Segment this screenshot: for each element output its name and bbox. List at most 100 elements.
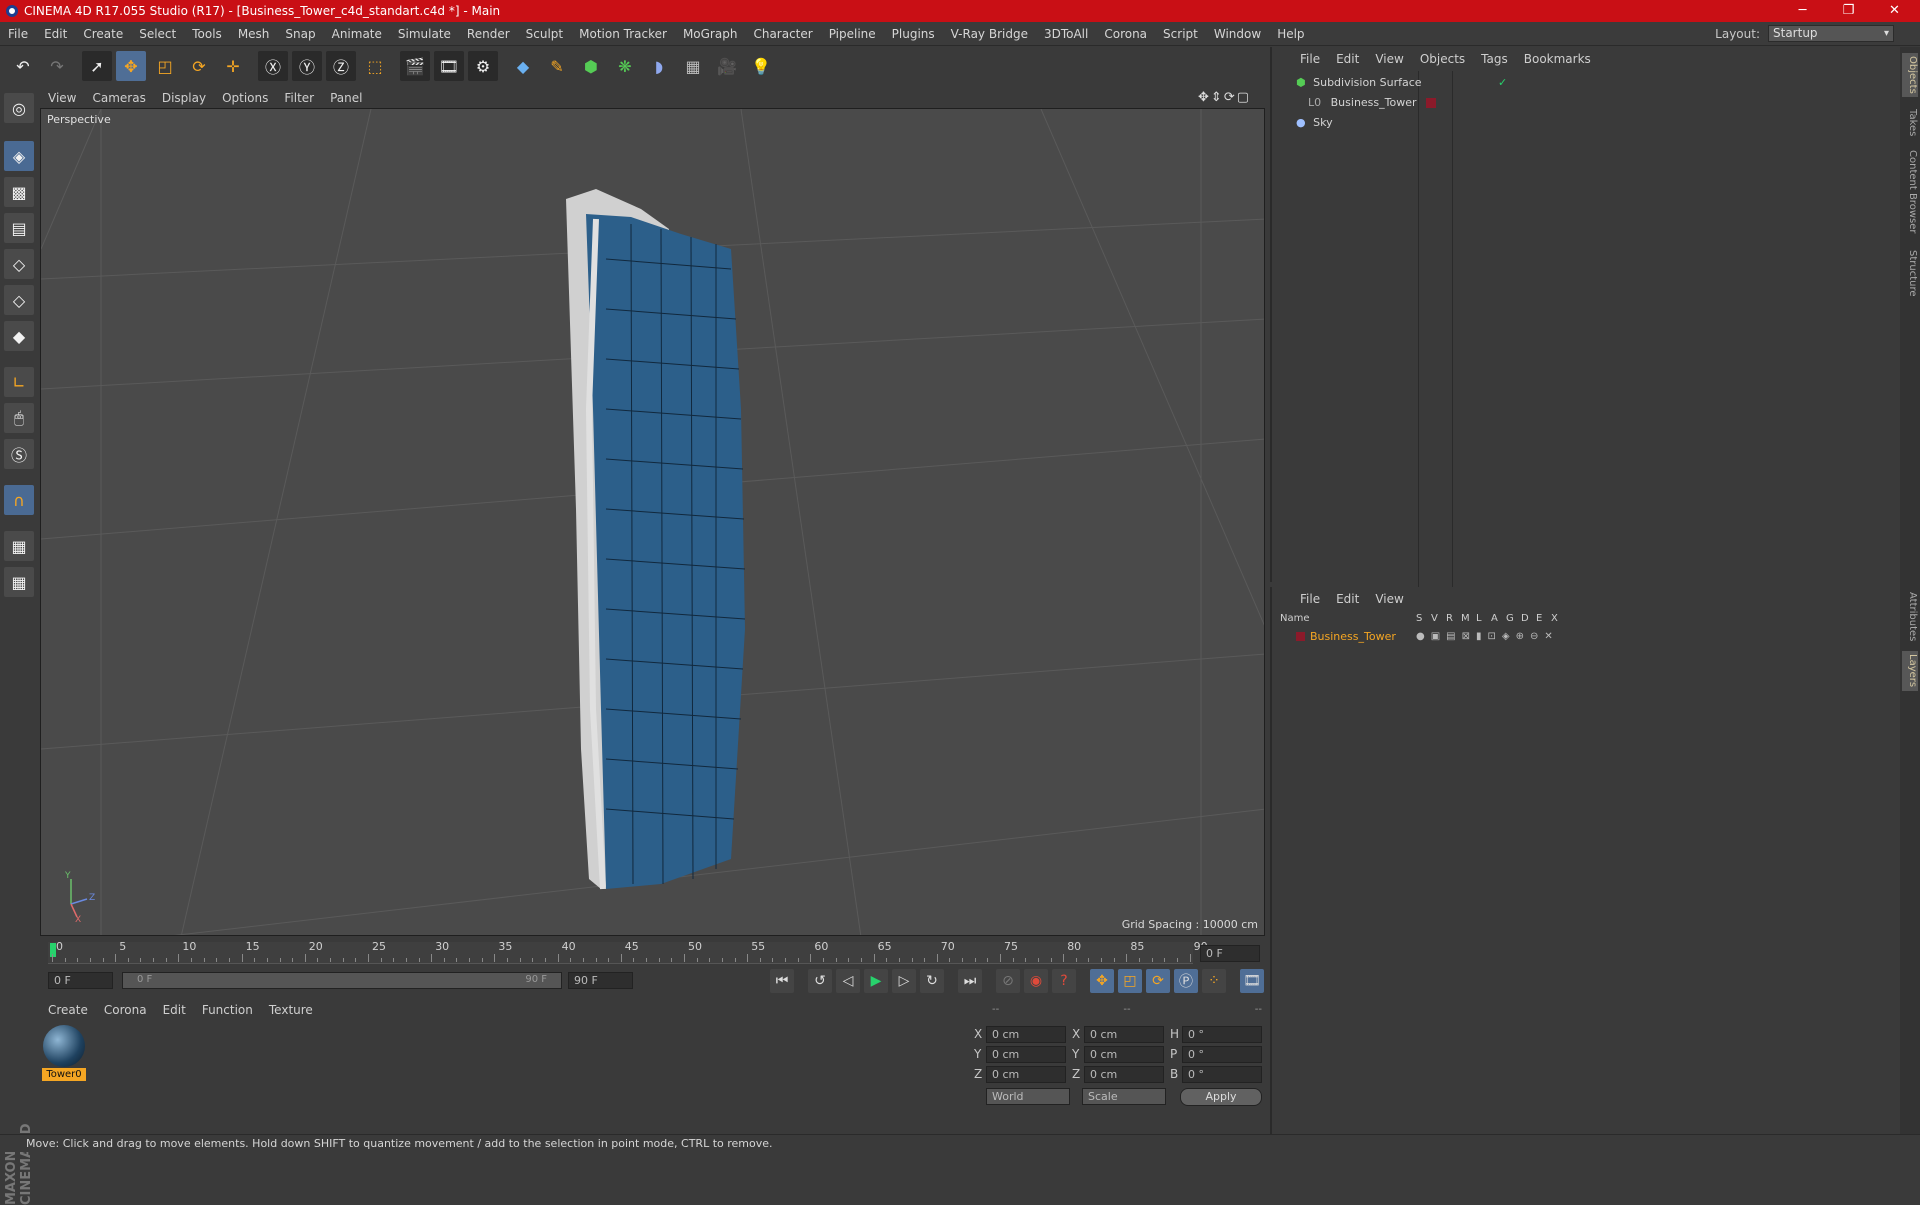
key-position-icon[interactable]: ✥: [1090, 969, 1114, 993]
snap-icon[interactable]: Ⓢ: [4, 439, 34, 469]
range-slider[interactable]: 0 F 90 F: [122, 972, 562, 989]
layer-color-icon[interactable]: [1296, 632, 1305, 641]
redo-icon[interactable]: ↷: [42, 51, 72, 81]
coord-size-x[interactable]: 0 cm: [1084, 1026, 1164, 1043]
coord-mode-dropdown[interactable]: Scale: [1082, 1088, 1166, 1105]
object-row-sky[interactable]: ● Sky: [1276, 113, 1896, 132]
menu-plugins[interactable]: Plugins: [884, 27, 943, 41]
edges-mode-icon[interactable]: ◇: [4, 285, 34, 315]
layer-menu-view[interactable]: View: [1367, 592, 1411, 606]
menu-select[interactable]: Select: [131, 27, 184, 41]
pen-spline-icon[interactable]: ✎: [542, 51, 572, 81]
light-icon[interactable]: 💡: [746, 51, 776, 81]
floor-object-icon[interactable]: ▦: [678, 51, 708, 81]
render-view-icon[interactable]: 🎬: [400, 51, 430, 81]
obj-menu-file[interactable]: File: [1292, 52, 1328, 66]
coord-size-y[interactable]: 0 cm: [1084, 1046, 1164, 1063]
coord-size-z[interactable]: 0 cm: [1084, 1066, 1164, 1083]
coord-pos-y[interactable]: 0 cm: [986, 1046, 1066, 1063]
vp-menu-filter[interactable]: Filter: [276, 91, 322, 105]
mat-menu-create[interactable]: Create: [40, 1003, 96, 1017]
viewport-perspective[interactable]: Perspective Y Z X Grid Spacing : 10000 c…: [40, 108, 1265, 936]
current-frame-field[interactable]: 0 F: [1200, 945, 1260, 962]
coord-space-dropdown[interactable]: World: [986, 1088, 1070, 1105]
coordinate-system-icon[interactable]: ⬚: [360, 51, 390, 81]
obj-menu-tags[interactable]: Tags: [1473, 52, 1516, 66]
vp-menu-options[interactable]: Options: [214, 91, 276, 105]
close-button[interactable]: ✕: [1872, 0, 1917, 22]
vp-menu-view[interactable]: View: [40, 91, 84, 105]
obj-menu-edit[interactable]: Edit: [1328, 52, 1367, 66]
material-swatch[interactable]: Tower0: [42, 1024, 86, 1081]
goto-end-icon[interactable]: ⏭: [958, 969, 982, 993]
scale-tool-icon[interactable]: ◰: [150, 51, 180, 81]
magnet-icon[interactable]: ∩: [4, 485, 34, 515]
obj-menu-objects[interactable]: Objects: [1412, 52, 1473, 66]
minimize-button[interactable]: ─: [1780, 0, 1825, 22]
make-editable-icon[interactable]: ◎: [4, 93, 34, 123]
menu-character[interactable]: Character: [745, 27, 820, 41]
step-forward-icon[interactable]: ▷: [892, 969, 916, 993]
menu-snap[interactable]: Snap: [277, 27, 323, 41]
live-selection-icon[interactable]: ➚: [82, 51, 112, 81]
cube-object-icon[interactable]: ◆: [508, 51, 538, 81]
menu-file[interactable]: File: [0, 27, 36, 41]
mat-menu-corona[interactable]: Corona: [96, 1003, 155, 1017]
mat-menu-edit[interactable]: Edit: [155, 1003, 194, 1017]
maximize-button[interactable]: ❐: [1826, 0, 1871, 22]
key-pla-icon[interactable]: ⁘: [1202, 969, 1226, 993]
camera-icon[interactable]: 🎥: [712, 51, 742, 81]
layer-flag-icons[interactable]: ●▣▤⊠▮⊡◈⊕⊖✕: [1416, 627, 1559, 646]
layout-dropdown[interactable]: Startup: [1768, 25, 1894, 42]
object-row-subdivision[interactable]: ⬢ Subdivision Surface ✓: [1276, 73, 1896, 92]
tweak-mode-icon[interactable]: 🖱: [4, 403, 34, 433]
render-settings-icon[interactable]: ⚙: [468, 51, 498, 81]
menu-window[interactable]: Window: [1206, 27, 1269, 41]
menu-pipeline[interactable]: Pipeline: [821, 27, 884, 41]
recent-tool-icon[interactable]: ✛: [218, 51, 248, 81]
menu-tools[interactable]: Tools: [184, 27, 230, 41]
menu-mesh[interactable]: Mesh: [230, 27, 278, 41]
model-mode-icon[interactable]: ◈: [4, 141, 34, 171]
menu-create[interactable]: Create: [75, 27, 131, 41]
object-row-business-tower[interactable]: L0 Business_Tower: [1276, 93, 1896, 112]
rotate-tool-icon[interactable]: ⟳: [184, 51, 214, 81]
x-axis-lock-icon[interactable]: Ⓧ: [258, 51, 288, 81]
goto-start-icon[interactable]: ⏮: [770, 969, 794, 993]
coord-pos-x[interactable]: 0 cm: [986, 1026, 1066, 1043]
locked-workplane-icon[interactable]: ▦: [4, 567, 34, 597]
menu-3dtoall[interactable]: 3DToAll: [1036, 27, 1096, 41]
menu-edit[interactable]: Edit: [36, 27, 75, 41]
autokey-icon[interactable]: ◉: [1024, 969, 1048, 993]
polygons-mode-icon[interactable]: ◆: [4, 321, 34, 351]
goto-prev-key-icon[interactable]: ↺: [808, 969, 832, 993]
layer-row-business-tower[interactable]: Business_Tower ●▣▤⊠▮⊡◈⊕⊖✕: [1276, 627, 1896, 646]
move-tool-icon[interactable]: ✥: [116, 51, 146, 81]
business-tower-model[interactable]: [566, 189, 746, 890]
apply-button[interactable]: Apply: [1180, 1088, 1262, 1106]
record-keys-icon[interactable]: ⊘: [996, 969, 1020, 993]
menu-simulate[interactable]: Simulate: [390, 27, 459, 41]
key-scale-icon[interactable]: ◰: [1118, 969, 1142, 993]
menu-motion-tracker[interactable]: Motion Tracker: [571, 27, 675, 41]
timeline-window-icon[interactable]: 🎞: [1240, 969, 1264, 993]
z-axis-lock-icon[interactable]: Ⓩ: [326, 51, 356, 81]
layer-menu-file[interactable]: File: [1292, 592, 1328, 606]
undo-icon[interactable]: ↶: [8, 51, 38, 81]
tab-structure[interactable]: Structure: [1902, 243, 1918, 303]
start-frame-field[interactable]: 0 F: [48, 972, 113, 989]
tab-content-browser[interactable]: Content Browser: [1902, 147, 1918, 237]
vp-menu-panel[interactable]: Panel: [322, 91, 370, 105]
mat-menu-function[interactable]: Function: [194, 1003, 261, 1017]
axis-mode-icon[interactable]: ∟: [4, 367, 34, 397]
play-icon[interactable]: ▶: [864, 969, 888, 993]
menu-sculpt[interactable]: Sculpt: [518, 27, 571, 41]
obj-menu-bookmarks[interactable]: Bookmarks: [1516, 52, 1599, 66]
tab-layers[interactable]: Layers: [1902, 651, 1918, 691]
goto-next-key-icon[interactable]: ↻: [920, 969, 944, 993]
viewport-nav-icons[interactable]: ✥⇕⟳▢: [1190, 90, 1259, 105]
coord-pos-z[interactable]: 0 cm: [986, 1066, 1066, 1083]
key-param-icon[interactable]: Ⓟ: [1174, 969, 1198, 993]
points-mode-icon[interactable]: ◇: [4, 249, 34, 279]
keyframe-selection-icon[interactable]: ?: [1052, 969, 1076, 993]
